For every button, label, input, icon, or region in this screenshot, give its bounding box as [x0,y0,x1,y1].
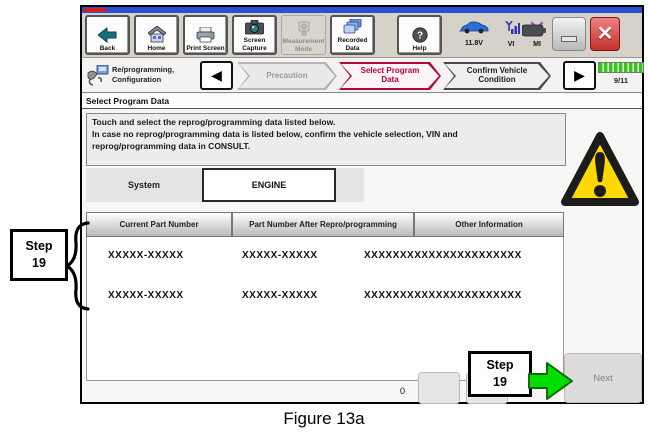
cell-other-information: XXXXXXXXXXXXXXXXXXXXXX [364,250,522,261]
step-label: Step [486,357,513,374]
column-header-current-part-number: Current Part Number [86,212,232,237]
home-button[interactable]: Home [134,15,179,55]
warning-icon [559,128,641,223]
print-screen-button[interactable]: Print Screen [183,15,228,55]
mode-label: Re/programming, Configuration [112,65,174,85]
voltage-label: 11.8V [465,40,483,47]
vehicle-voltage-status: 11.8V [454,21,494,47]
toolbar: Back Home Print Screen Screen Capture [82,13,642,58]
mode-label-line2: Configuration [112,75,174,85]
help-icon: ? [412,25,428,45]
crumb-label: Select Program Data [341,64,439,88]
minimize-button[interactable] [552,17,586,51]
titlebar-logo [84,8,106,12]
page-count: 0 [400,386,405,396]
reprogramming-icon [86,65,110,92]
consult-window: Back Home Print Screen Screen Capture [80,5,644,404]
printer-icon [196,25,216,45]
figure-canvas: Back Home Print Screen Screen Capture [0,0,648,440]
step-19-callout-bottom: Step 19 [468,351,532,397]
table-row[interactable]: XXXXX-XXXXX XXXXX-XXXXX XXXXXXXXXXXXXXXX… [86,290,564,316]
breadcrumb-forward-button[interactable]: ▶ [563,61,596,90]
back-button[interactable]: Back [85,15,130,55]
system-value-engine[interactable]: ENGINE [202,168,336,202]
battery-icon [522,24,547,42]
toolbar-button-label: Screen Capture [234,37,275,52]
minimize-icon [561,36,577,42]
breadcrumb-back-button[interactable]: ◀ [200,61,233,90]
figure-caption: Figure 13a [0,409,648,429]
breadcrumb-bar: Re/programming, Configuration ◀ Precauti… [82,59,642,93]
crumb-select-program-data: Select Program Data [339,62,441,90]
cell-current-part-number: XXXXX-XXXXX [108,290,184,301]
instruction-line: Touch and select the reprog/programming … [92,117,560,129]
crumb-label: Confirm Vehicle Condition [445,64,549,88]
page-title: Select Program Data [82,94,642,109]
curly-brace [64,219,92,318]
cell-part-number-after: XXXXX-XXXXX [242,290,318,301]
recorded-data-icon [343,17,363,37]
mode-label-line1: Re/programming, [112,65,174,75]
toolbar-button-label: Back [100,45,116,52]
instruction-line: In case no reprog/programming data is li… [92,129,560,141]
page-back-button[interactable] [418,372,460,404]
step-number: 19 [32,255,46,272]
help-button[interactable]: ? Help [397,15,442,55]
cell-part-number-after: XXXXX-XXXXX [242,250,318,261]
instruction-line: reprog/programming data in CONSULT. [92,141,560,153]
content-area: Touch and select the reprog/programming … [82,110,642,402]
toolbar-button-label: Print Screen [186,45,224,52]
step-number: 19 [493,374,507,391]
mi-label: MI [533,41,541,48]
step-19-callout-left: Step 19 [10,229,68,281]
toolbar-button-label: Home [147,45,165,52]
recorded-data-button[interactable]: Recorded Data [330,15,375,55]
right-triangle-icon: ▶ [574,67,585,84]
toolbar-button-label: Help [412,45,426,52]
camera-icon [245,17,264,37]
next-button[interactable]: Next [564,353,642,403]
screen-capture-button[interactable]: Screen Capture [232,15,277,55]
crumb-precaution: Precaution [237,62,337,90]
vi-label: VI [508,41,515,48]
toolbar-button-label: Recorded Data [332,37,373,52]
step-label: Step [25,238,52,255]
cell-other-information: XXXXXXXXXXXXXXXXXXXXXX [364,290,522,301]
crumb-confirm-vehicle-condition: Confirm Vehicle Condition [443,62,551,90]
table-row[interactable]: XXXXX-XXXXX XXXXX-XXXXX XXXXXXXXXXXXXXXX… [86,250,564,276]
vehicle-icon [459,21,489,39]
column-header-part-number-after: Part Number After Repro/programming [232,212,414,237]
toolbar-button-label: Measurement Mode [282,38,325,53]
system-label: System [86,168,202,202]
instruction-box: Touch and select the reprog/programming … [86,113,566,166]
svg-text:?: ? [416,30,422,41]
close-button[interactable]: ✕ [590,17,620,51]
vi-status: VI [500,21,522,48]
home-icon [148,25,166,45]
cell-current-part-number: XXXXX-XXXXX [108,250,184,261]
column-header-other-information: Other Information [414,212,564,237]
progress-label: 9/11 [598,76,644,85]
vi-signal-icon [502,21,520,40]
back-arrow-icon [98,25,118,45]
left-triangle-icon: ◀ [211,67,222,84]
close-icon: ✕ [597,24,614,44]
crumb-label: Precaution [239,64,335,88]
green-arrow-icon [528,360,574,407]
progress-bar [598,62,644,73]
